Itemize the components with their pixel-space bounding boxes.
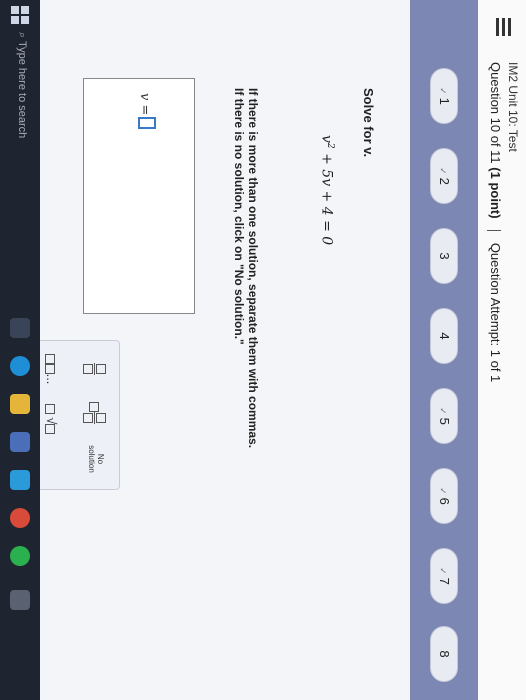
menu-icon[interactable]	[492, 18, 514, 42]
task-view-icon[interactable]	[10, 318, 30, 338]
square-icon	[89, 402, 100, 412]
question-status: Question 10 of 11 (1 point) Question Att…	[487, 62, 503, 382]
file-explorer-icon[interactable]	[10, 394, 30, 414]
question-button-1[interactable]: ✓1	[430, 68, 458, 124]
points: (1 point)	[488, 167, 503, 219]
windows-start-icon[interactable]	[11, 6, 29, 24]
sqrt-icon: √	[44, 417, 59, 425]
fraction-icon	[82, 412, 106, 424]
question-of: Question 10 of 11	[488, 62, 503, 164]
spotify-icon[interactable]	[10, 546, 30, 566]
divider	[487, 230, 502, 232]
question-button-5[interactable]: ✓5	[430, 388, 458, 444]
mixed-number-button[interactable]	[79, 393, 111, 433]
question-button-2[interactable]: ✓2	[430, 148, 458, 204]
problem-prompt: Solve for v.	[361, 88, 376, 158]
question-button-3[interactable]: 3	[430, 228, 458, 284]
taskbar-search[interactable]: ⌕ Type here to search	[15, 32, 28, 138]
fraction-icon	[82, 363, 106, 375]
settings-icon[interactable]	[10, 590, 30, 610]
instructions: If there is more than one solution, sepa…	[232, 88, 260, 449]
question-content: Solve for v. v2 + 5v + 4 = 0 If there is…	[0, 0, 410, 700]
answer-input[interactable]	[138, 117, 156, 129]
question-button-8[interactable]: 8	[430, 626, 458, 682]
no-solution-button[interactable]: No solution	[73, 439, 111, 479]
equation: v2 + 5v + 4 = 0	[318, 135, 335, 246]
edge-icon[interactable]	[10, 356, 30, 376]
header: IM2 Unit 10: Test Question 10 of 11 (1 p…	[477, 0, 526, 700]
answer-area[interactable]: v =	[83, 78, 195, 314]
attempt: Question Attempt: 1 of 1	[488, 242, 503, 383]
page: IM2 Unit 10: Test Question 10 of 11 (1 p…	[0, 0, 526, 700]
question-button-7[interactable]: ✓7	[430, 548, 458, 604]
mail-icon[interactable]	[10, 470, 30, 490]
check-icon: ✓	[438, 167, 448, 175]
course-title: IM2 Unit 10: Test	[506, 62, 520, 152]
check-icon: ✓	[438, 567, 448, 575]
store-icon[interactable]	[10, 432, 30, 452]
check-icon: ✓	[438, 487, 448, 495]
question-button-4[interactable]: 4	[430, 308, 458, 364]
title-block: IM2 Unit 10: Test Question 10 of 11 (1 p…	[487, 62, 520, 382]
check-icon: ✓	[438, 87, 448, 95]
fraction-button[interactable]	[79, 349, 111, 389]
answer-label: v =	[137, 93, 152, 116]
check-icon: ✓	[438, 407, 448, 415]
question-button-6[interactable]: ✓6	[430, 468, 458, 524]
taskbar: ⌕ Type here to search	[0, 0, 40, 700]
chrome-icon[interactable]	[10, 508, 30, 528]
question-nav: ✓1 ✓2 3 4 ✓5 ✓6 ✓7 8	[410, 0, 478, 700]
